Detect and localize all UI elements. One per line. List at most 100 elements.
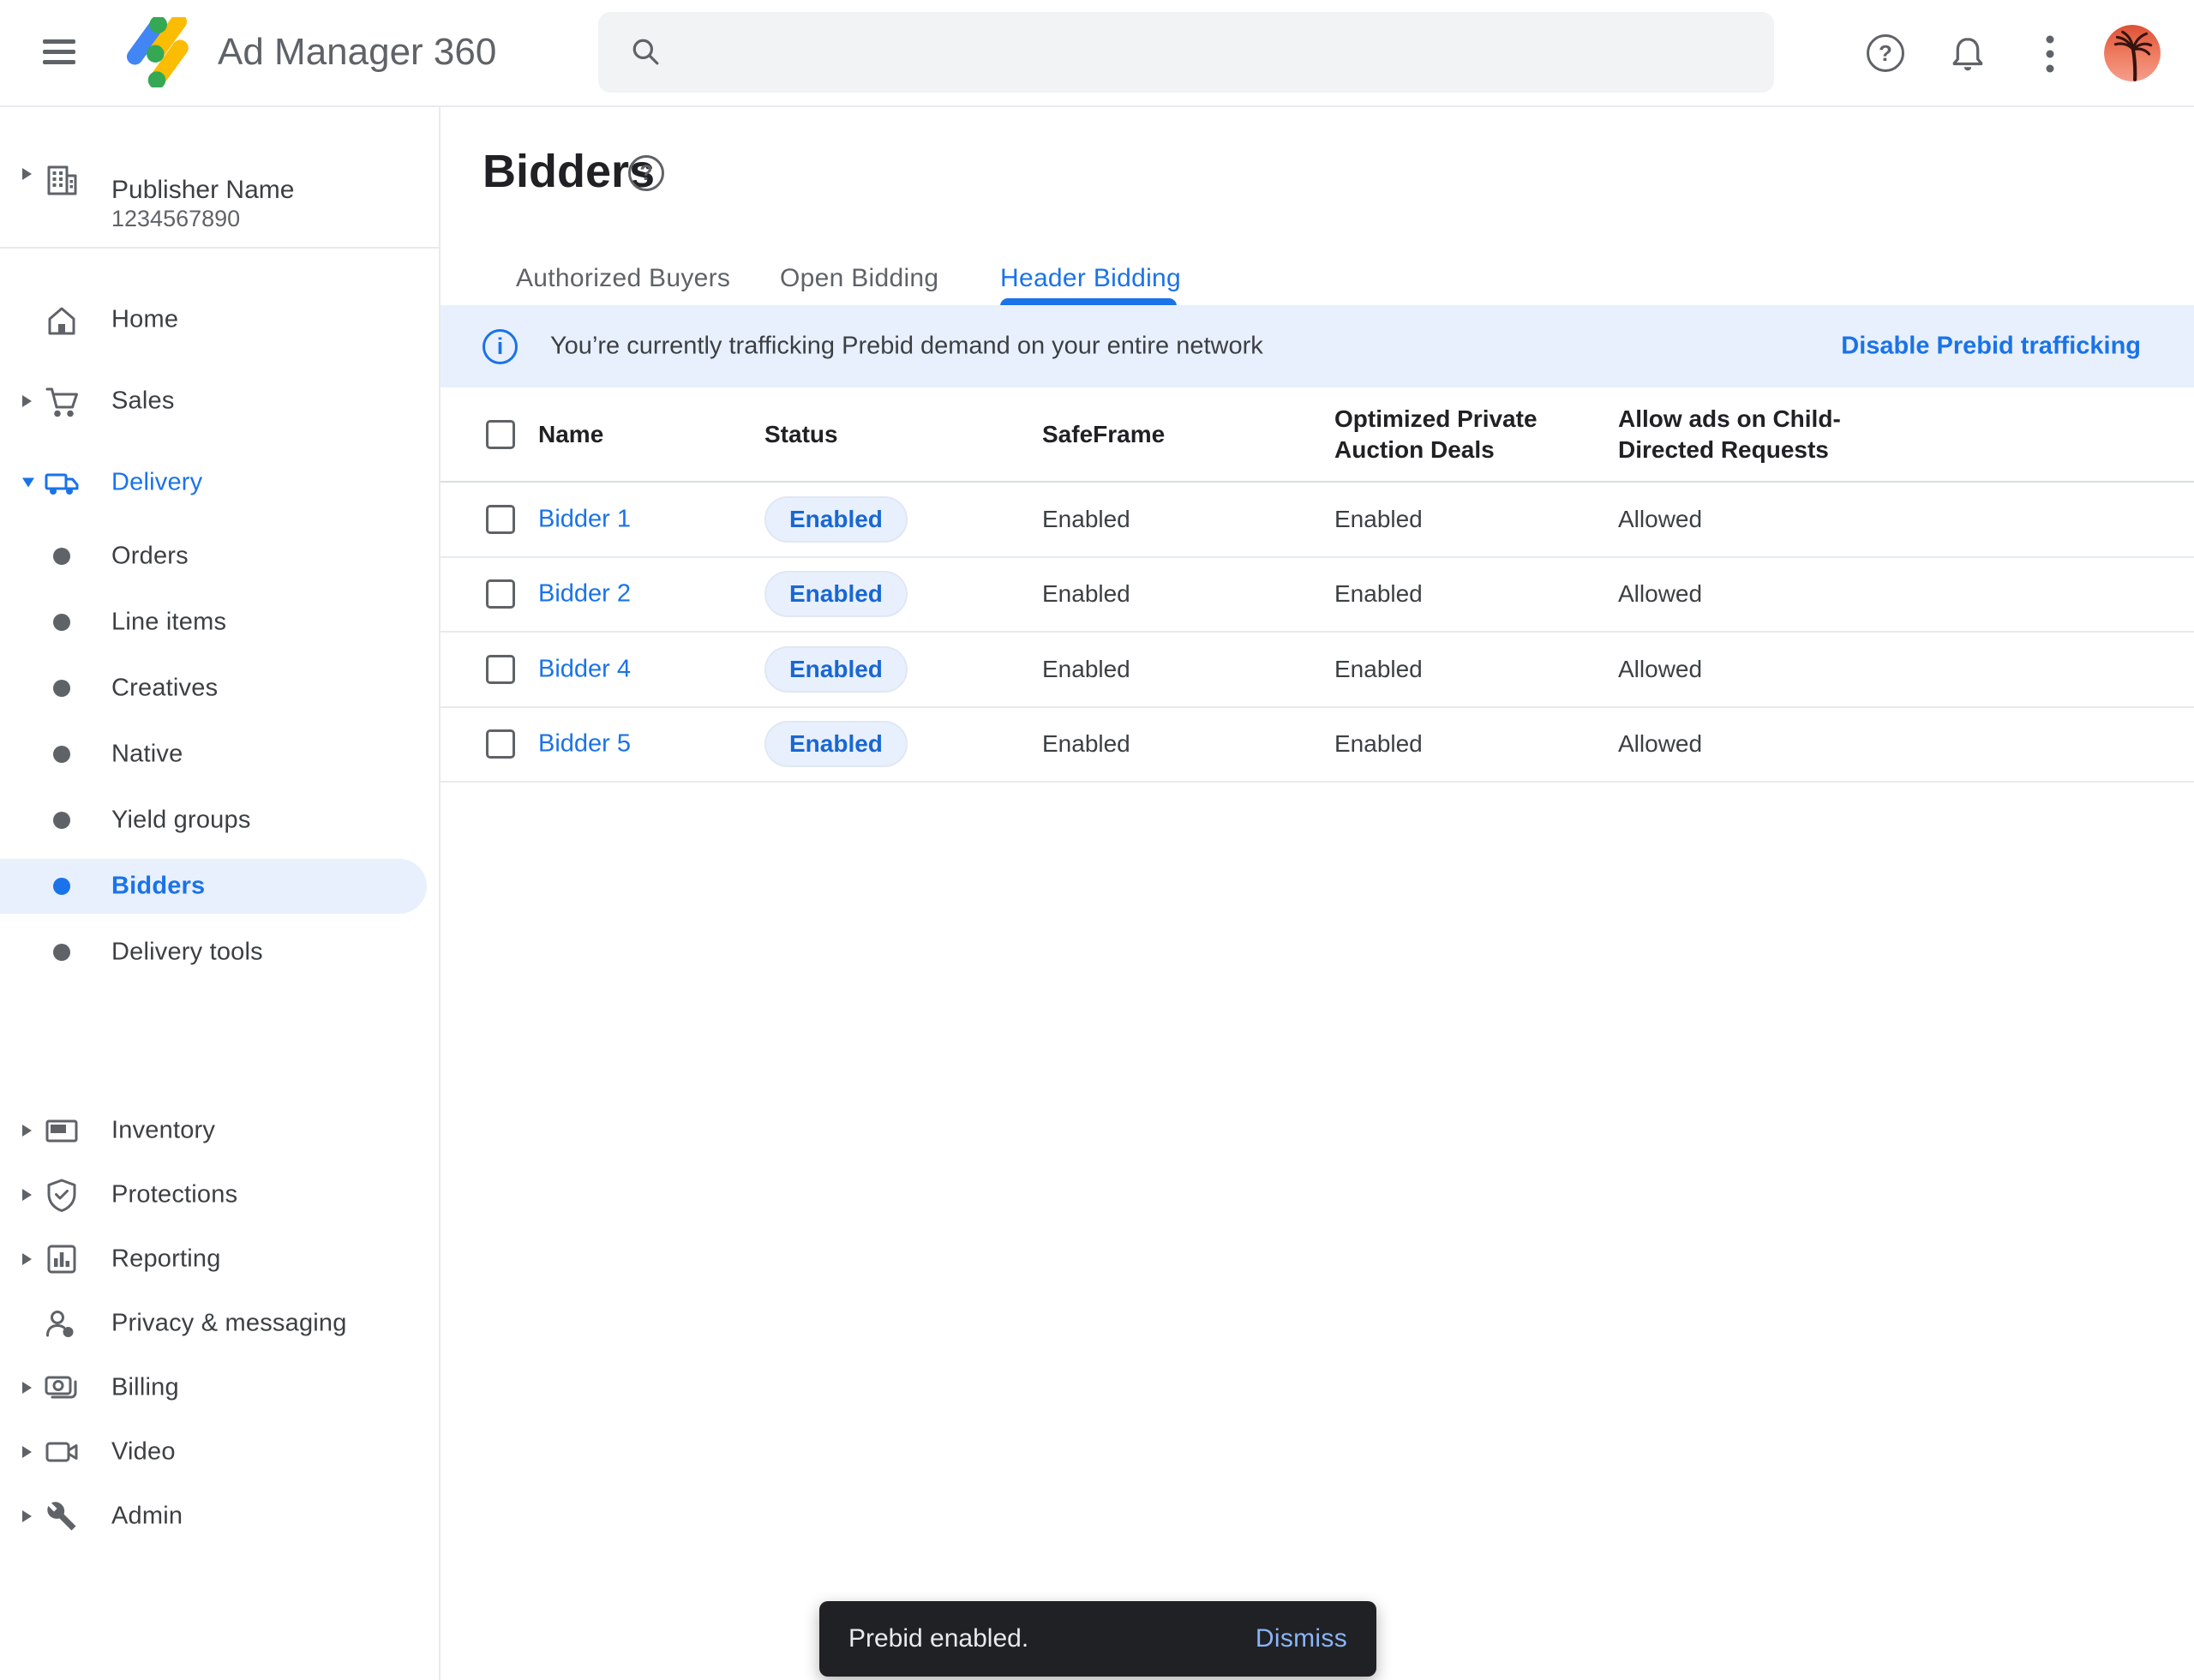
select-all-checkbox[interactable] — [486, 420, 515, 449]
status-badge-label: Enabled — [789, 730, 883, 758]
ad-unit-icon — [40, 1109, 83, 1152]
person-badge-icon — [40, 1302, 83, 1345]
child-directed-value: Allowed — [1618, 506, 1702, 533]
sidebar-item-protections[interactable]: Protections — [0, 1162, 439, 1227]
bidder-link[interactable]: Bidder 4 — [538, 655, 631, 683]
publisher-network-id: 1234567890 — [111, 206, 240, 232]
sidebar-item-native[interactable]: Native — [0, 721, 439, 787]
sidebar-item-bidders[interactable]: Bidders — [0, 853, 439, 919]
column-header-name: Name — [538, 419, 603, 450]
sidebar-item-inventory[interactable]: Inventory — [0, 1098, 439, 1162]
disable-prebid-trafficking-link[interactable]: Disable Prebid trafficking — [1841, 333, 2141, 361]
search-input[interactable] — [684, 27, 1774, 78]
table-row: Bidder 5 Enabled Enabled Enabled Allowed — [441, 708, 2194, 783]
help-icon[interactable]: ? — [1867, 34, 1904, 72]
chevron-right-icon — [22, 168, 32, 180]
bullet-icon — [53, 878, 70, 895]
payments-icon — [40, 1366, 83, 1409]
chevron-right-icon — [22, 395, 32, 407]
app-window: Ad Manager 360 ? — [0, 0, 2194, 1680]
table-header-row: Name Status SafeFrame Optimized Private … — [441, 387, 2194, 483]
snackbar-toast: Prebid enabled. Dismiss — [819, 1601, 1376, 1677]
opad-value: Enabled — [1334, 730, 1423, 758]
status-badge-label: Enabled — [789, 580, 883, 608]
opad-value: Enabled — [1334, 656, 1423, 683]
video-camera-icon — [40, 1431, 83, 1473]
sidebar-divider — [0, 247, 439, 249]
tab-header-bidding[interactable]: Header Bidding — [1000, 260, 1181, 297]
table-row: Bidder 2 Enabled Enabled Enabled Allowed — [441, 558, 2194, 633]
sidebar-item-delivery[interactable]: Delivery — [0, 441, 439, 523]
sidebar-item-reporting[interactable]: Reporting — [0, 1227, 439, 1291]
status-badge-label: Enabled — [789, 656, 883, 683]
safeframe-value: Enabled — [1042, 506, 1130, 533]
search-bar[interactable] — [598, 12, 1774, 93]
bidder-link[interactable]: Bidder 2 — [538, 580, 631, 609]
sidebar-item-home[interactable]: Home — [0, 279, 439, 360]
status-badge: Enabled — [764, 646, 908, 693]
row-checkbox[interactable] — [486, 579, 515, 609]
bullet-icon — [53, 746, 70, 763]
sidebar-item-orders[interactable]: Orders — [0, 523, 439, 589]
chevron-down-icon — [22, 477, 34, 487]
chevron-right-icon — [22, 1510, 32, 1522]
search-icon — [627, 33, 665, 71]
sidebar-item-billing[interactable]: Billing — [0, 1355, 439, 1419]
bullet-icon — [53, 614, 70, 631]
dismiss-button[interactable]: Dismiss — [1256, 1624, 1347, 1653]
sidebar-item-video[interactable]: Video — [0, 1419, 439, 1484]
opad-value: Enabled — [1334, 580, 1423, 608]
tab-authorized-buyers[interactable]: Authorized Buyers — [516, 260, 730, 297]
table-row: Bidder 4 Enabled Enabled Enabled Allowed — [441, 633, 2194, 708]
sidebar-item-sales[interactable]: Sales — [0, 360, 439, 441]
row-checkbox[interactable] — [486, 729, 515, 759]
child-directed-value: Allowed — [1618, 580, 1702, 608]
product-title: Ad Manager 360 — [218, 32, 496, 73]
cart-icon — [40, 380, 83, 423]
wrench-icon — [40, 1495, 83, 1538]
sidebar-item-privacy-messaging[interactable]: Privacy & messaging — [0, 1291, 439, 1355]
sidebar-item-yield-groups[interactable]: Yield groups — [0, 787, 439, 853]
sidebar-item-admin[interactable]: Admin — [0, 1484, 439, 1548]
status-badge: Enabled — [764, 496, 908, 543]
bullet-icon — [53, 944, 70, 961]
banner-message: You’re currently trafficking Prebid dema… — [550, 333, 1263, 361]
chevron-right-icon — [22, 1253, 32, 1265]
column-header-status: Status — [764, 419, 838, 450]
sidebar-item-creatives[interactable]: Creatives — [0, 655, 439, 721]
child-directed-value: Allowed — [1618, 656, 1702, 683]
bidder-link[interactable]: Bidder 5 — [538, 730, 631, 759]
toast-message: Prebid enabled. — [848, 1624, 1028, 1653]
safeframe-value: Enabled — [1042, 656, 1130, 683]
bullet-icon — [53, 812, 70, 829]
opad-value: Enabled — [1334, 506, 1423, 533]
status-badge: Enabled — [764, 571, 908, 617]
overflow-menu-icon[interactable] — [2038, 33, 2062, 75]
notifications-bell-icon[interactable] — [1945, 31, 1990, 75]
safeframe-value: Enabled — [1042, 730, 1130, 758]
column-header-safeframe: SafeFrame — [1042, 419, 1165, 450]
row-checkbox[interactable] — [486, 655, 515, 684]
menu-icon[interactable] — [43, 39, 75, 65]
ad-manager-logo-icon — [122, 17, 192, 87]
bidder-link[interactable]: Bidder 1 — [538, 505, 631, 533]
tab-open-bidding[interactable]: Open Bidding — [780, 260, 938, 297]
bullet-icon — [53, 680, 70, 697]
status-badge: Enabled — [764, 721, 908, 767]
sidebar-item-line-items[interactable]: Line items — [0, 589, 439, 655]
sidebar-item-delivery-tools[interactable]: Delivery tools — [0, 919, 439, 985]
column-header-child-directed: Allow ads on Child-Directed Requests — [1618, 404, 1884, 465]
chevron-right-icon — [22, 1382, 32, 1394]
child-directed-value: Allowed — [1618, 730, 1702, 758]
column-header-opad: Optimized Private Auction Deals — [1334, 404, 1574, 465]
palm-tree-avatar-image — [2104, 25, 2161, 81]
sidebar-publisher-switcher[interactable]: Publisher Name 1234567890 — [0, 127, 439, 221]
avatar[interactable] — [2104, 25, 2161, 81]
page-help-icon[interactable]: ? — [628, 155, 664, 191]
prebid-info-banner: i You’re currently trafficking Prebid de… — [441, 305, 2194, 387]
row-checkbox[interactable] — [486, 505, 515, 534]
bar-chart-icon — [40, 1238, 83, 1281]
sidebar-nav: Publisher Name 1234567890 Home — [0, 107, 441, 1680]
chevron-right-icon — [22, 1125, 32, 1137]
home-icon — [40, 298, 83, 341]
